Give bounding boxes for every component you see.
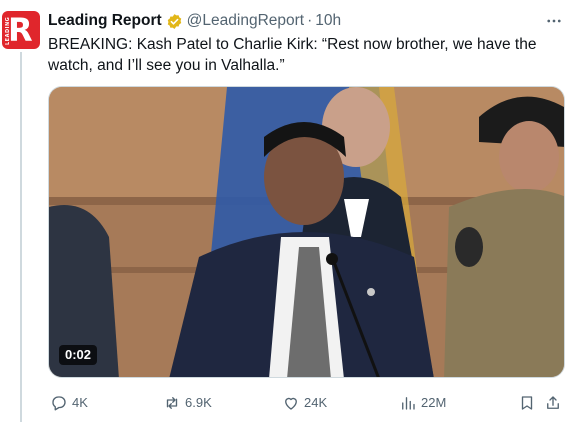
repost-button[interactable]: 6.9K xyxy=(163,392,212,414)
post-text: BREAKING: Kash Patel to Charlie Kirk: “R… xyxy=(48,36,537,74)
like-icon xyxy=(285,397,297,410)
reply-icon xyxy=(52,396,66,411)
action-bar: 4K 6.9K 24K 22M xyxy=(48,392,565,416)
reply-count: 4K xyxy=(72,395,88,410)
video-player[interactable] xyxy=(48,86,565,378)
share-button[interactable] xyxy=(544,392,566,414)
views-icon xyxy=(402,397,415,410)
share-icon xyxy=(547,396,559,409)
avatar-letter: R xyxy=(8,11,33,49)
post-time[interactable]: 10h xyxy=(315,12,341,30)
repost-count: 6.9K xyxy=(185,395,212,410)
post-header: Leading Report @LeadingReport · 10h xyxy=(48,11,341,31)
more-icon[interactable] xyxy=(544,11,564,31)
like-button[interactable]: 24K xyxy=(282,392,327,414)
video-frame xyxy=(49,87,564,377)
bookmark-button[interactable] xyxy=(518,392,540,414)
author-name[interactable]: Leading Report xyxy=(48,12,162,30)
author-handle[interactable]: @LeadingReport xyxy=(187,12,304,30)
thread-line xyxy=(20,52,22,422)
verified-badge-icon[interactable] xyxy=(166,13,183,30)
views-button[interactable]: 22M xyxy=(399,392,446,414)
bookmark-icon xyxy=(521,396,533,410)
views-count: 22M xyxy=(421,395,447,410)
reply-button[interactable]: 4K xyxy=(50,392,88,414)
video-duration: 0:02 xyxy=(59,345,98,365)
avatar-small-text: LEADING xyxy=(5,16,11,45)
separator-dot: · xyxy=(307,12,313,29)
repost-icon xyxy=(166,397,178,409)
avatar[interactable]: R LEADING xyxy=(2,11,40,49)
like-count: 24K xyxy=(304,395,328,410)
